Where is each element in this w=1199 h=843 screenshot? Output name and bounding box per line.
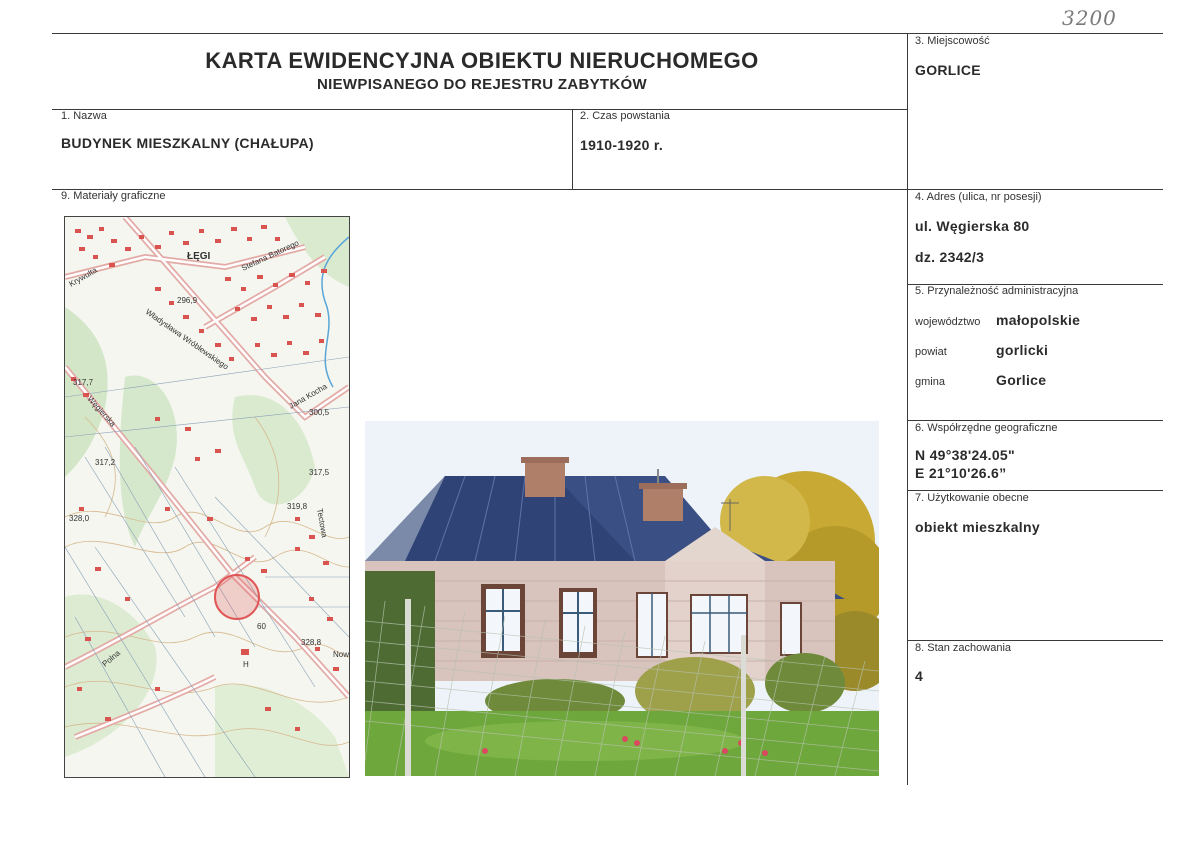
house-photo <box>365 421 879 776</box>
map-label-60: 60 <box>257 622 266 631</box>
field-uzytkowanie-label: 7. Użytkowanie obecne <box>915 492 1029 504</box>
document-title: KARTA EWIDENCYJNA OBIEKTU NIERUCHOMEGO <box>205 48 759 73</box>
field-stan-label: 8. Stan zachowania <box>915 642 1012 654</box>
powiat-label: powiat <box>915 346 947 358</box>
field-adres-street: ul. Węgierska 80 <box>915 218 1030 234</box>
map-height-8: 328,8 <box>301 638 322 647</box>
house-photo-graphic <box>365 421 879 776</box>
field-przynaleznosc-label: 5. Przynależność administracyjna <box>915 285 1079 297</box>
map-height-1: 296,9 <box>177 296 198 305</box>
wojewodztwo-value: małopolskie <box>996 312 1081 328</box>
field-uzytkowanie-value: obiekt mieszkalny <box>915 519 1040 535</box>
map-label-nowa: Nowa <box>333 650 349 659</box>
field-miejscowosc-value: GORLICE <box>915 62 981 78</box>
field-materialy-label: 9. Materiały graficzne <box>61 190 166 202</box>
frame-top-line <box>52 33 1163 34</box>
field-nazwa-value: BUDYNEK MIESZKALNY (CHAŁUPA) <box>61 135 314 151</box>
powiat-value: gorlicki <box>996 342 1049 358</box>
map-height-2: 317,7 <box>73 378 94 387</box>
coordinate-north: N 49°38'24.05" <box>915 447 1015 463</box>
field-czas-label: 2. Czas powstania <box>580 110 670 122</box>
frame-line-8 <box>907 640 1163 641</box>
frame-mid-line <box>572 109 573 189</box>
field-miejscowosc-label: 3. Miejscowość <box>915 35 990 47</box>
gmina-label: gmina <box>915 376 945 388</box>
location-map: ŁĘGI Stefana Batorego Krywulta Władysław… <box>64 216 350 778</box>
map-height-3: 300,5 <box>309 408 330 417</box>
handwritten-archive-number: 3200 <box>1062 6 1117 30</box>
field-adres-label: 4. Adres (ulica, nr posesji) <box>915 191 1042 203</box>
document-subtitle: NIEWPISANEGO DO REJESTRU ZABYTKÓW <box>317 76 647 93</box>
frame-right-column-line <box>907 33 908 785</box>
map-height-5: 317,2 <box>95 458 116 467</box>
map-height-6: 319,8 <box>287 502 308 511</box>
map-graphic: ŁĘGI Stefana Batorego Krywulta Władysław… <box>65 217 349 777</box>
wojewodztwo-label: województwo <box>915 316 981 328</box>
coordinate-east: E 21°10'26.6” <box>915 465 1007 481</box>
field-czas-value: 1910-1920 r. <box>580 137 664 153</box>
field-adres-parcel: dz. 2342/3 <box>915 249 985 265</box>
field-stan-value: 4 <box>915 668 924 684</box>
map-label-legi: ŁĘGI <box>187 251 211 262</box>
map-height-4: 317,5 <box>309 468 330 477</box>
field-wspolrzedne-label: 6. Współrzędne geograficzne <box>915 422 1058 434</box>
frame-line-header <box>52 109 907 110</box>
frame-line-6 <box>907 420 1163 421</box>
map-label-h: H <box>243 660 249 669</box>
frame-line-7 <box>907 490 1163 491</box>
field-nazwa-label: 1. Nazwa <box>61 110 107 122</box>
map-height-7: 328,0 <box>69 514 90 523</box>
frame-line-row1 <box>52 189 1163 190</box>
gmina-value: Gorlice <box>996 372 1047 388</box>
